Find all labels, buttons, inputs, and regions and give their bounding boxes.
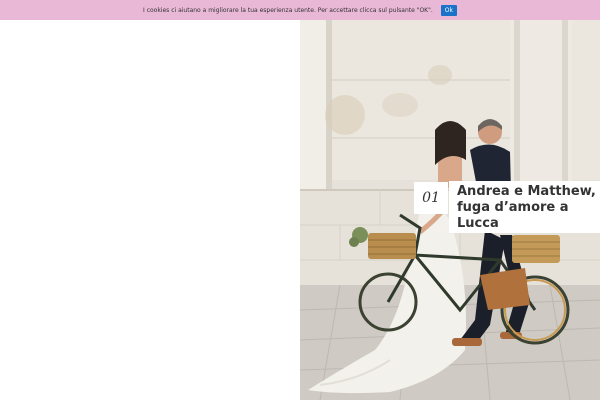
article-number: 01	[422, 190, 440, 206]
cookie-banner: I cookies ci aiutano a migliorare la tua…	[0, 0, 600, 20]
article-number-box: 01	[414, 182, 448, 214]
left-content-area	[0, 20, 300, 400]
article-title-box[interactable]: Andrea e Matthew, fuga d’amore a Lucca	[449, 181, 600, 233]
cookie-accept-button[interactable]: Ok	[440, 4, 457, 16]
cookie-message: I cookies ci aiutano a migliorare la tua…	[143, 6, 433, 14]
article-title[interactable]: Andrea e Matthew, fuga d’amore a Lucca	[457, 184, 600, 232]
